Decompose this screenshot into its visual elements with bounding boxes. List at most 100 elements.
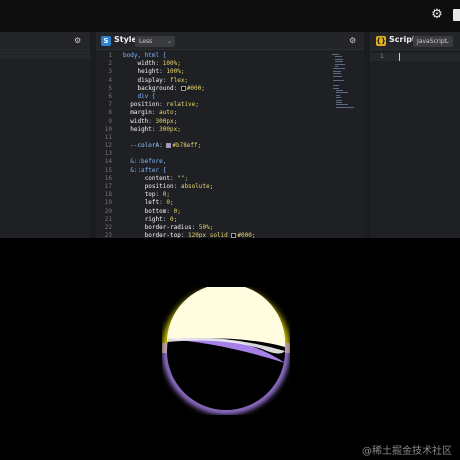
minimap-line: [334, 63, 345, 65]
code-line: 12 --colorA: #b78eff;: [96, 142, 364, 150]
minimap[interactable]: [332, 54, 354, 114]
html-panel-header: ⚙: [0, 32, 90, 50]
code-line: 2 width: 100%;: [96, 60, 364, 68]
active-line: [0, 51, 90, 59]
minimap-line: [333, 73, 342, 75]
line-text: margin: auto;: [130, 109, 178, 117]
style-language-value: Less: [139, 38, 153, 45]
line-number: 6: [108, 92, 112, 100]
minimap-line: [333, 85, 340, 87]
top-bar: ⚙: [0, 0, 460, 32]
script-panel: {} Script JavaScript ⌄ 1: [370, 32, 460, 238]
code-line: 9 width: 300px;: [96, 118, 364, 126]
code-line: 1 body, html {: [96, 52, 364, 60]
minimap-line: [336, 99, 343, 101]
line-number: 2: [108, 60, 112, 68]
line-number: 10: [104, 125, 112, 133]
minimap-line: [334, 56, 342, 58]
line-number: 18: [104, 191, 112, 199]
style-badge-icon: S: [101, 36, 111, 46]
gear-icon[interactable]: ⚙: [74, 36, 81, 45]
minimap-line: [336, 97, 341, 99]
minimap-line: [334, 58, 343, 60]
line-text: left: 0;: [144, 199, 174, 207]
line-text: height: 300px;: [130, 125, 181, 133]
script-badge-icon: {}: [376, 36, 386, 46]
line-number: 21: [104, 215, 112, 223]
style-panel-header: S Style Less ⌄ ⚙: [96, 32, 364, 50]
line-number: 17: [104, 183, 112, 190]
line-text: right: 0;: [144, 215, 178, 223]
line-number: 8: [108, 109, 112, 117]
line-text: width: 300px;: [130, 117, 178, 125]
script-language-value: JavaScript: [417, 38, 448, 45]
minimap-line: [336, 92, 348, 94]
minimap-line: [336, 90, 344, 91]
line-text: &::after {: [123, 166, 167, 174]
code-editor[interactable]: 1 body, html {2 width: 100%; 3 height: 100…: [96, 52, 364, 240]
line-text: bottom: 0;: [144, 207, 181, 215]
watermark: @稀土掘金技术社区: [362, 446, 452, 457]
code-line: 20 bottom: 0;: [96, 208, 364, 216]
code-line: 15 &::after {: [96, 167, 364, 175]
glowing-moon-graphic: [162, 287, 290, 414]
line-text: --colorA: #b78eff;: [130, 142, 202, 150]
code-line: 13: [96, 150, 364, 158]
minimap-line: [336, 94, 341, 96]
line-text: background: #000;: [137, 84, 205, 92]
line-text: content: "";: [144, 174, 189, 182]
line-number: 11: [104, 133, 112, 141]
line-number: 22: [104, 223, 112, 231]
script-panel-header: {} Script JavaScript ⌄: [370, 32, 460, 50]
line-text: height: 100%;: [137, 68, 185, 76]
line-number: 13: [104, 150, 112, 158]
line-number: 12: [104, 142, 112, 150]
code-line: 3 height: 100%;: [96, 68, 364, 76]
code-line: 11: [96, 134, 364, 142]
gear-icon[interactable]: ⚙: [430, 8, 444, 22]
code-line: 14 &::before,: [96, 158, 364, 166]
line-number: 4: [108, 76, 112, 84]
text-cursor: [399, 53, 400, 61]
chevron-down-icon: ⌄: [166, 38, 172, 45]
code-line: 5 background: #000;: [96, 85, 364, 93]
style-language-select[interactable]: Less ⌄: [135, 36, 175, 47]
line-text: div {: [123, 92, 156, 100]
line-number: 1: [108, 52, 112, 59]
minimap-line: [336, 102, 342, 103]
minimap-line: [336, 106, 354, 108]
minimap-line: [333, 87, 340, 89]
gear-icon[interactable]: ⚙: [349, 36, 356, 45]
code-line: 22 border-radius: 50%;: [96, 224, 364, 232]
minimap-line: [333, 68, 345, 70]
script-language-select[interactable]: JavaScript ⌄: [413, 36, 453, 47]
minimap-line: [334, 66, 338, 67]
editor-area: ⚙ S Style Less ⌄ ⚙ 1 body, html {2 width:…: [0, 32, 460, 240]
style-panel: S Style Less ⌄ ⚙ 1 body, html {2 width: 1…: [96, 32, 364, 240]
file-icon[interactable]: [453, 9, 460, 21]
line-number: 9: [108, 117, 112, 125]
code-line: 4 display: flex;: [96, 77, 364, 85]
minimap-line: [333, 80, 345, 82]
script-panel-title: Script: [389, 35, 416, 44]
minimap-line: [333, 70, 342, 72]
minimap-line: [333, 75, 342, 77]
minimap-line: [332, 54, 340, 55]
code-line: 10 height: 300px;: [96, 126, 364, 134]
line-number: 20: [104, 207, 112, 215]
line-text: display: flex;: [137, 76, 189, 84]
chevron-down-icon: ⌄: [444, 38, 450, 45]
code-line: 19 left: 0;: [96, 199, 364, 207]
line-text: position: relative;: [130, 101, 199, 109]
line-number: 16: [104, 174, 112, 182]
line-number: 15: [104, 166, 112, 174]
line-text: body, html {: [123, 52, 167, 59]
style-panel-title: Style: [114, 35, 137, 44]
code-line: 21 right: 0;: [96, 216, 364, 224]
code-line: 6 div {: [96, 93, 364, 101]
line-number: 14: [104, 158, 112, 166]
code-line: 16 content: "";: [96, 175, 364, 183]
minimap-line: [334, 61, 344, 63]
line-number: 19: [104, 199, 112, 207]
line-number: 3: [108, 68, 112, 76]
